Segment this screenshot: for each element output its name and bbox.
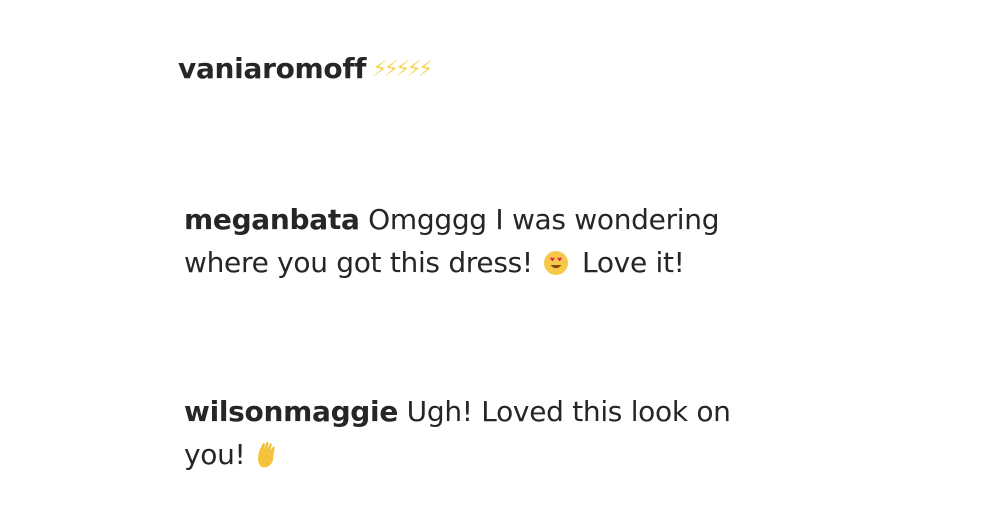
- comment-username[interactable]: vaniaromoff: [178, 52, 366, 85]
- comment-line: where you got this dress! Love it!: [184, 241, 719, 288]
- comment-item: vaniaromoff ⚡⚡⚡⚡⚡: [178, 47, 433, 91]
- comment-text: Omgggg I was wondering: [368, 203, 720, 236]
- raised-hand-icon: [256, 437, 278, 480]
- comment-line: meganbata Omgggg I was wondering: [184, 198, 719, 241]
- smiling-face-with-heart-eyes-icon: [543, 245, 569, 288]
- comment-username[interactable]: meganbata: [184, 203, 360, 236]
- comment-text: you!: [184, 438, 246, 471]
- comment-item: wilsonmaggie Ugh! Loved this look on you…: [184, 390, 731, 480]
- lightning-bolt-icon: ⚡⚡⚡⚡⚡: [372, 57, 433, 82]
- comment-text: Love it!: [582, 246, 685, 279]
- comment-username[interactable]: wilsonmaggie: [184, 395, 398, 428]
- comment-text: Ugh! Loved this look on: [406, 395, 731, 428]
- comment-text: where you got this dress!: [184, 246, 533, 279]
- comment-line: you!: [184, 433, 731, 480]
- comment-item: meganbata Omgggg I was wondering where y…: [184, 198, 719, 288]
- comment-line: wilsonmaggie Ugh! Loved this look on: [184, 390, 731, 433]
